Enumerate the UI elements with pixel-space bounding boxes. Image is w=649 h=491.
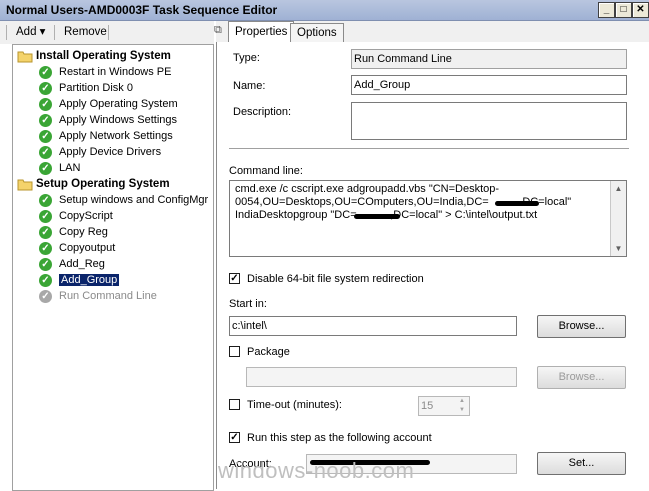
close-button[interactable]: ✕ [632,2,649,18]
tree-item-label: Setup windows and ConfigMgr [59,194,209,207]
tree-item-label: Copyoutput [59,242,116,255]
tree-group[interactable]: Setup Operating System [17,176,170,192]
command-line-label: Command line: [229,165,303,177]
package-checkbox[interactable] [229,346,240,357]
tree-item-label: Apply Operating System [59,98,178,111]
timeout-checkbox[interactable] [229,399,240,410]
tree-item-label: Apply Network Settings [59,130,173,143]
success-check-icon: ✓ [39,161,52,175]
success-check-icon: ✓ [39,81,52,95]
package-label: Package [247,346,290,358]
tree-item-label: Add_Reg [59,258,105,271]
command-line-text: cmd.exe /c cscript.exe adgroupadd.vbs "C… [235,183,572,221]
tree-group[interactable]: Install Operating System [17,48,171,64]
tree-item[interactable]: ✓ Partition Disk 0 [39,80,133,96]
tree-group-label: Setup Operating System [36,178,170,191]
timeout-value: 15 [421,400,434,412]
run-as-label: Run this step as the following account [247,432,432,444]
toolbar-separator [6,25,7,40]
success-check-icon: ✓ [39,225,52,239]
tree-item[interactable]: ✓ Copy Reg [39,224,108,240]
success-check-icon: ✓ [39,273,52,287]
scroll-down-arrow-icon[interactable]: ▼ [611,241,626,256]
description-input[interactable] [351,102,627,140]
minimize-button[interactable]: _ [598,2,615,18]
stepper-up-icon: ▲ [459,398,465,404]
start-in-label: Start in: [229,298,267,310]
tree-item[interactable]: ✓ LAN [39,160,80,176]
toolbar-separator [54,25,55,40]
timeout-label: Time-out (minutes): [247,399,342,411]
tree-item-label: Copy Reg [59,226,108,239]
type-field: Run Command Line [351,49,627,69]
command-line-scrollbar[interactable]: ▲ ▼ [610,181,626,256]
pane-restore-icon[interactable]: ⧉ [214,24,226,38]
success-check-icon: ✓ [39,97,52,111]
success-check-icon: ✓ [39,257,52,271]
tree-item-label: Apply Windows Settings [59,114,177,127]
package-input [246,367,517,387]
tree-item-label: Apply Device Drivers [59,146,162,159]
success-check-icon: ✓ [39,193,52,207]
window-title: Normal Users-AMD0003F Task Sequence Edit… [6,3,278,17]
tree-item[interactable]: ✓ Restart in Windows PE [39,64,171,80]
success-check-icon: ✓ [39,145,52,159]
tree-item-label: CopyScript [59,210,113,223]
remove-button[interactable]: Remove [58,23,113,41]
tab-options[interactable]: Options [290,23,344,42]
watermark: windows-noob.com [218,458,415,483]
tree-item[interactable]: ✓ CopyScript [39,208,113,224]
set-account-button[interactable]: Set... [537,452,626,475]
redaction-mark [495,201,539,206]
folder-icon [17,50,33,63]
tree-item-label: LAN [59,162,81,175]
name-label: Name: [233,80,266,92]
type-label: Type: [233,52,260,64]
browse-package-button: Browse... [537,366,626,389]
tree-item[interactable]: ✓ Setup windows and ConfigMgr [39,192,208,208]
tree-item-label: Restart in Windows PE [59,66,172,79]
divider [229,148,629,149]
start-in-input[interactable]: c:\intel\ [229,316,517,336]
task-sequence-tree[interactable]: Install Operating System ✓ Restart in Wind… [12,44,214,491]
description-label: Description: [233,106,292,118]
success-check-icon: ✓ [39,113,52,127]
tree-item-label: Run Command Line [59,290,157,303]
tree-item[interactable]: ✓ Add_Reg [39,256,105,272]
stepper-down-icon: ▼ [459,407,465,413]
tree-item[interactable]: ✓ Copyoutput [39,240,115,256]
browse-start-in-button[interactable]: Browse... [537,315,626,338]
folder-icon [17,178,33,191]
add-menu-button[interactable]: Add ▾ [10,23,51,41]
success-check-icon: ✓ [39,289,52,303]
toolbar: Add ▾ Remove [0,21,214,44]
tab-properties[interactable]: Properties [228,21,295,43]
disable-64bit-label: Disable 64-bit file system redirection [247,273,424,285]
tab-bar: ⧉ Properties Options [214,21,649,43]
run-as-checkbox[interactable]: ✓ [229,432,240,443]
tree-item[interactable]: ✓ Add_Group [39,272,121,288]
tree-item[interactable]: ✓ Apply Operating System [39,96,178,112]
maximize-button[interactable]: □ [615,2,632,18]
tree-item[interactable]: ✓ Apply Windows Settings [39,112,177,128]
tree-item-label: Add_Group [57,273,121,288]
tree-item[interactable]: ✓ Apply Network Settings [39,128,173,144]
success-check-icon: ✓ [39,241,52,255]
title-bar[interactable]: Normal Users-AMD0003F Task Sequence Edit… [0,0,649,21]
command-line-input[interactable]: cmd.exe /c cscript.exe adgroupadd.vbs "C… [229,180,627,257]
scroll-up-arrow-icon[interactable]: ▲ [611,181,626,196]
tree-item[interactable]: ✓ Run Command Line [39,288,157,304]
name-input[interactable]: Add_Group [351,75,627,95]
toolbar-separator [108,25,109,40]
success-check-icon: ✓ [39,129,52,143]
tree-item-label: Partition Disk 0 [59,82,133,95]
tree-item[interactable]: ✓ Apply Device Drivers [39,144,161,160]
tree-group-label: Install Operating System [36,50,171,63]
disable-64bit-checkbox[interactable]: ✓ [229,273,240,284]
success-check-icon: ✓ [39,65,52,79]
success-check-icon: ✓ [39,209,52,223]
redaction-mark [354,214,400,219]
timeout-stepper: 15 ▲ ▼ [418,396,470,416]
